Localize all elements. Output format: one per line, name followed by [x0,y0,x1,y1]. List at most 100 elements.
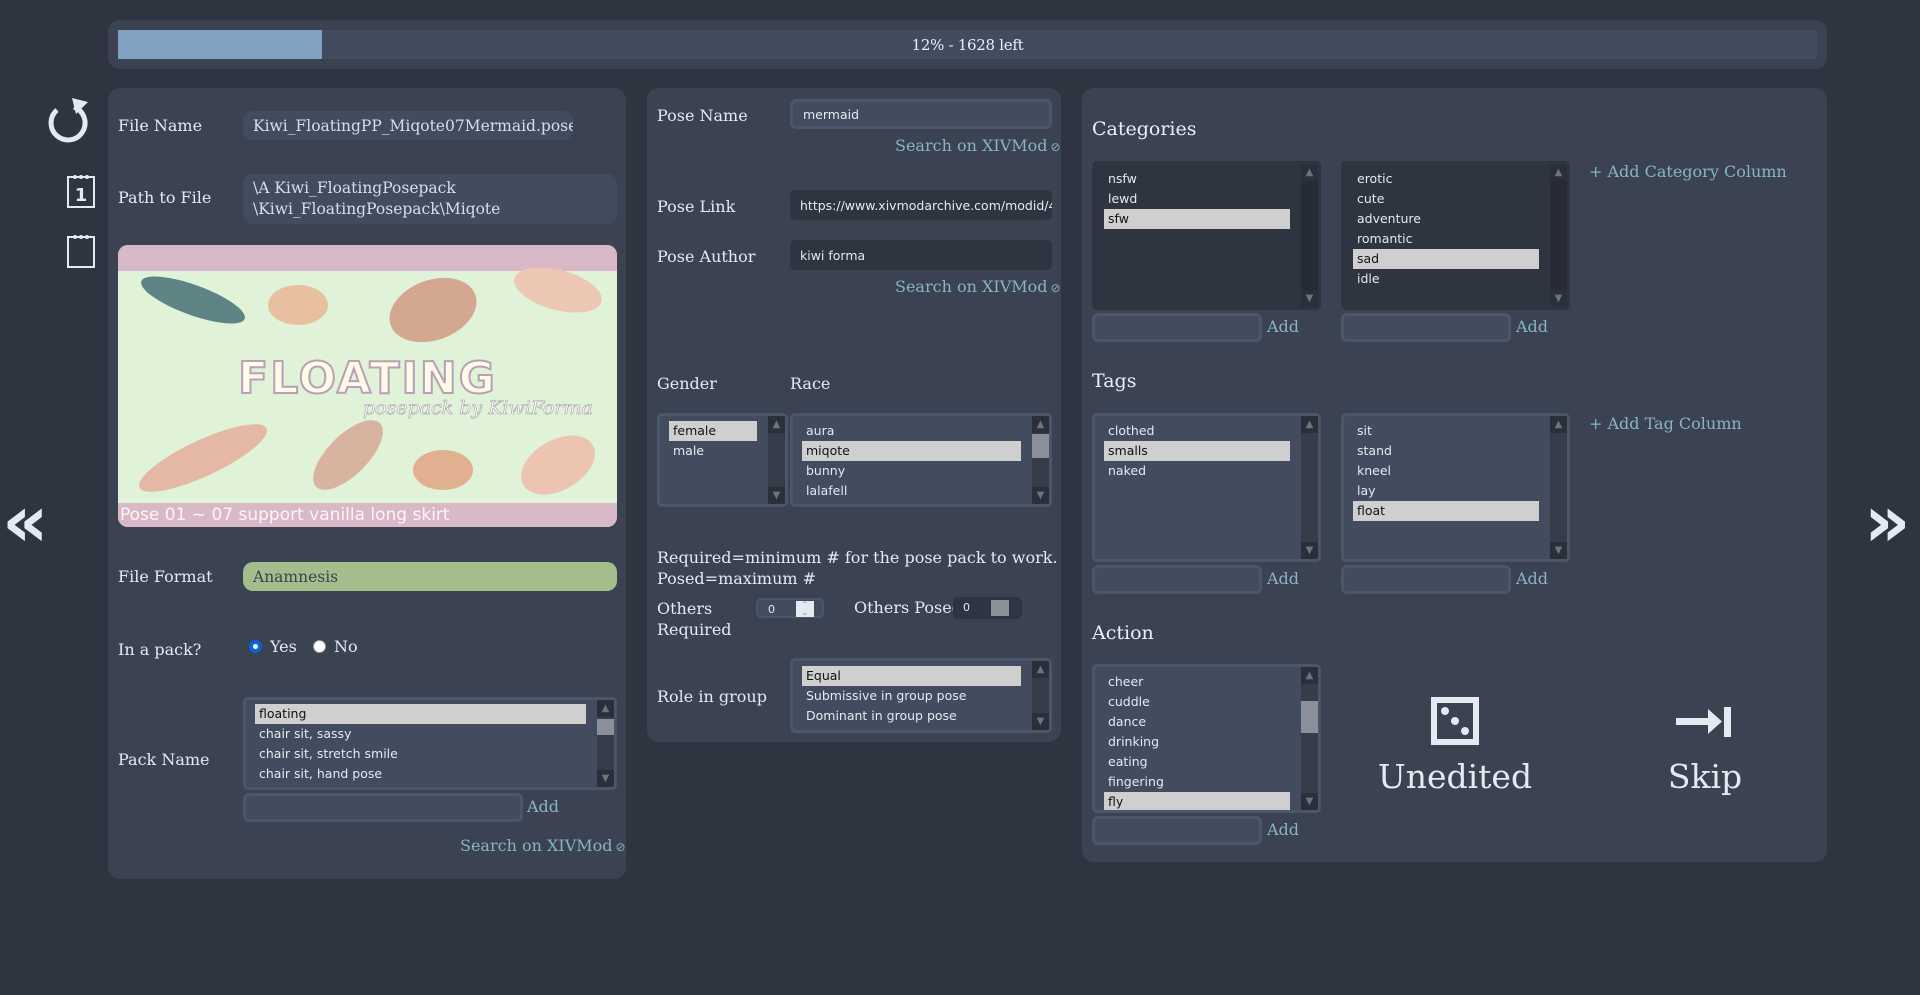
list-item[interactable]: smalls [1104,441,1290,461]
list-item[interactable]: cuddle [1104,692,1290,712]
scroll-up-icon[interactable]: ▲ [1301,164,1318,181]
list-item[interactable]: Dominant in group pose [802,706,1021,726]
scroll-up-icon[interactable]: ▲ [597,700,614,717]
list-item[interactable]: cheer [1104,672,1290,692]
list-item[interactable]: adventure [1353,209,1539,229]
action-list-scrollbar[interactable]: ▲ ▼ [1301,667,1318,810]
add-category-column-button[interactable]: + Add Category Column [1589,162,1787,181]
gender-list-scrollbar[interactable]: ▲ ▼ [768,416,785,504]
list-item[interactable]: miqote [802,441,1021,461]
pack-search-xivmod-link[interactable]: Search on XIVMod ⊘ [460,836,626,855]
list-item[interactable]: sfw [1104,209,1290,229]
categories-1-scrollbar[interactable]: ▲ ▼ [1301,164,1318,307]
scroll-thumb[interactable] [1032,434,1049,458]
pose-link-input[interactable]: https://www.xivmodarchive.com/modid/4 [790,190,1052,220]
scroll-down-icon[interactable]: ▼ [1032,713,1049,730]
in-pack-yes-radio[interactable]: Yes [249,637,297,656]
list-item[interactable]: male [669,441,757,461]
list-item[interactable]: romantic [1353,229,1539,249]
list-item[interactable]: bunny [802,461,1021,481]
list-item[interactable]: sit [1353,421,1539,441]
list-item[interactable]: idle [1353,269,1539,289]
categories-2-scrollbar[interactable]: ▲ ▼ [1550,164,1567,307]
role-list-scrollbar[interactable]: ▲ ▼ [1032,661,1049,730]
list-item[interactable]: float [1353,501,1539,521]
pack-list-scrollbar[interactable]: ▲ ▼ [597,700,614,787]
list-item[interactable]: lay [1353,481,1539,501]
others-required-spinbox[interactable]: 0 ⌃ ⌄ [756,598,824,618]
scroll-down-icon[interactable]: ▼ [768,487,785,504]
list-item[interactable]: fingering [1104,772,1290,792]
list-item[interactable]: Equal [802,666,1021,686]
unedited-button[interactable]: Unedited [1370,697,1540,796]
spin-up-down-icon[interactable]: ⌃ ⌄ [796,601,814,617]
radio-dot-checked[interactable] [249,640,262,653]
scroll-up-icon[interactable]: ▲ [1032,661,1049,678]
next-arrow-icon[interactable]: » [1864,485,1911,557]
list-item[interactable]: lewd [1104,189,1290,209]
pose-name-input[interactable]: mermaid [790,99,1052,129]
list-item[interactable]: dance [1104,712,1290,732]
pose-author-input[interactable]: kiwi forma [790,240,1052,270]
scroll-down-icon[interactable]: ▼ [1550,542,1567,559]
tags-list-2[interactable]: sit stand kneel lay float ▲ ▼ [1341,413,1570,562]
others-posed-spinbox[interactable]: 0 [953,597,1022,619]
spin-button[interactable] [991,600,1009,616]
action-add-input[interactable] [1092,816,1262,845]
tags-list-1[interactable]: clothed smalls naked ▲ ▼ [1092,413,1321,562]
tags-2-add-input[interactable] [1341,565,1511,594]
scroll-down-icon[interactable]: ▼ [1301,542,1318,559]
scroll-up-icon[interactable]: ▲ [1550,164,1567,181]
list-item[interactable]: chair sit, stretch smile [255,744,586,764]
list-item[interactable]: aura [802,421,1021,441]
scroll-down-icon[interactable]: ▼ [1032,487,1049,504]
list-item[interactable]: eating [1104,752,1290,772]
list-item[interactable]: nsfw [1104,169,1290,189]
file-format-field[interactable]: Anamnesis [243,562,617,591]
tags-2-add-button[interactable]: Add [1516,569,1548,588]
list-item[interactable]: chair sit, hand pose [255,764,586,784]
categories-2-add-button[interactable]: Add [1516,317,1548,336]
categories-1-add-input[interactable] [1092,313,1262,342]
pack-name-add-input[interactable] [243,793,523,822]
undo-icon[interactable] [44,98,92,146]
pose-name-search-xivmod-link[interactable]: Search on XIVMod ⊘ [895,136,1061,155]
calendar-blank-icon[interactable] [66,233,96,269]
race-list[interactable]: aura miqote bunny lalafell ▲ ▼ [790,413,1052,507]
tags-1-scrollbar[interactable]: ▲ ▼ [1301,416,1318,559]
pose-author-search-xivmod-link[interactable]: Search on XIVMod ⊘ [895,277,1061,296]
categories-2-add-input[interactable] [1341,313,1511,342]
file-name-field[interactable]: Kiwi_FloatingPP_Miqote07Mermaid.pose [243,111,573,140]
pack-name-list[interactable]: floating chair sit, sassy chair sit, stret… [243,697,617,790]
scroll-thumb[interactable] [597,719,614,735]
list-item[interactable]: fly [1104,792,1290,810]
previous-arrow-icon[interactable]: « [2,485,49,557]
tags-1-add-input[interactable] [1092,565,1262,594]
gender-list[interactable]: female male ▲ ▼ [657,413,788,507]
action-list[interactable]: cheer cuddle dance drinking eating fingering f… [1092,664,1321,813]
skip-button[interactable]: Skip [1620,697,1790,796]
scroll-up-icon[interactable]: ▲ [1550,416,1567,433]
categories-list-2[interactable]: erotic cute adventure romantic sad idle ▲ ▼ [1341,161,1570,310]
calendar-day-1-icon[interactable]: 1 [66,173,96,209]
radio-dot-unchecked[interactable] [313,640,326,653]
list-item[interactable]: lalafell [802,481,1021,501]
list-item[interactable]: clothed [1104,421,1290,441]
race-list-scrollbar[interactable]: ▲ ▼ [1032,416,1049,504]
action-add-button[interactable]: Add [1267,820,1299,839]
scroll-down-icon[interactable]: ▼ [1301,793,1318,810]
scroll-up-icon[interactable]: ▲ [1301,416,1318,433]
pack-name-add-button[interactable]: Add [527,797,559,816]
list-item[interactable]: erotic [1353,169,1539,189]
categories-1-add-button[interactable]: Add [1267,317,1299,336]
scroll-down-icon[interactable]: ▼ [597,770,614,787]
scroll-down-icon[interactable]: ▼ [1550,290,1567,307]
list-item[interactable]: naked [1104,461,1290,481]
scroll-thumb[interactable] [1301,701,1318,733]
categories-list-1[interactable]: nsfw lewd sfw ▲ ▼ [1092,161,1321,310]
list-item[interactable]: chair sit, sassy [255,724,586,744]
list-item[interactable]: drinking [1104,732,1290,752]
tags-2-scrollbar[interactable]: ▲ ▼ [1550,416,1567,559]
role-in-group-list[interactable]: Equal Submissive in group pose Dominant in… [790,658,1052,733]
list-item[interactable]: stand [1353,441,1539,461]
